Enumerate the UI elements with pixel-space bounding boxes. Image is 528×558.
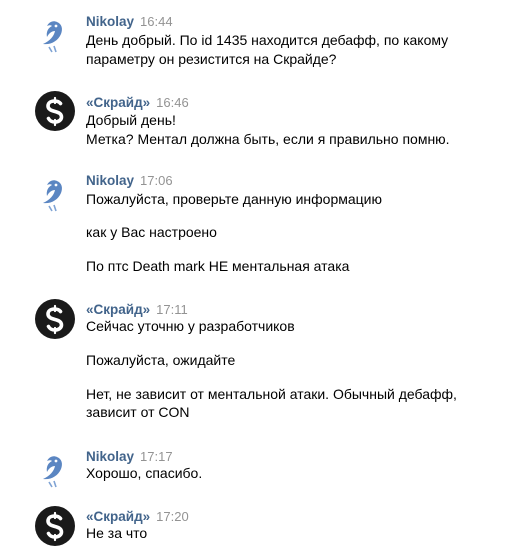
message-header: Nikolay 17:06	[86, 173, 173, 189]
message-time[interactable]: 17:11	[156, 302, 188, 317]
message-text: Добрый день!	[86, 112, 176, 128]
avatar[interactable]	[35, 91, 75, 131]
message-text: Пожалуйста, ожидайте	[86, 352, 236, 368]
message-header: Nikolay 17:17	[86, 449, 173, 465]
avatar[interactable]	[35, 299, 75, 339]
message-text: Пожалуйста, проверьте данную информацию	[86, 191, 382, 207]
message-header: «Скрайд» 16:46	[86, 95, 189, 111]
message-time[interactable]: 17:17	[140, 449, 173, 464]
avatar[interactable]	[35, 16, 75, 56]
message-header: «Скрайд» 17:20	[86, 509, 189, 525]
message-text: Нет, не зависит от ментальной атаки. Обы…	[86, 386, 457, 402]
message-text: Метка? Ментал должна быть, если я правил…	[86, 131, 450, 147]
author-name[interactable]: Nikolay	[86, 449, 134, 464]
message-text: параметру он резистится на Скрайде?	[86, 51, 337, 67]
message-time[interactable]: 16:46	[156, 95, 189, 110]
message-header: «Скрайд» 17:11	[86, 302, 188, 318]
author-name[interactable]: «Скрайд»	[86, 95, 150, 110]
message-text: Сейчас уточню у разработчиков	[86, 318, 295, 334]
bird-avatar-icon	[43, 456, 62, 488]
skride-logo-avatar-icon	[35, 299, 75, 339]
avatar[interactable]	[35, 451, 75, 491]
message-time[interactable]: 16:44	[140, 14, 173, 29]
message-text: зависит от CON	[86, 404, 190, 420]
message-text: По птс Death mark НЕ ментальная атака	[86, 258, 350, 274]
skride-logo-avatar-icon	[35, 91, 75, 131]
message-header: Nikolay 16:44	[86, 14, 173, 30]
message-text: День добрый. По id 1435 находится дебафф…	[86, 32, 449, 48]
bird-avatar-icon	[43, 180, 62, 212]
avatar[interactable]	[35, 506, 75, 546]
message-time[interactable]: 17:20	[156, 509, 189, 524]
bird-avatar-icon	[43, 21, 62, 53]
author-name[interactable]: «Скрайд»	[86, 302, 150, 317]
author-name[interactable]: Nikolay	[86, 173, 134, 188]
author-name[interactable]: Nikolay	[86, 14, 134, 29]
skride-logo-avatar-icon	[35, 506, 75, 546]
avatar[interactable]	[35, 175, 75, 215]
author-name[interactable]: «Скрайд»	[86, 509, 150, 524]
message-time[interactable]: 17:06	[140, 173, 173, 188]
message-text: как у Вас настроено	[86, 224, 217, 240]
message-text: Хорошо, спасибо.	[86, 465, 203, 481]
message-text: Не за что	[86, 525, 148, 541]
